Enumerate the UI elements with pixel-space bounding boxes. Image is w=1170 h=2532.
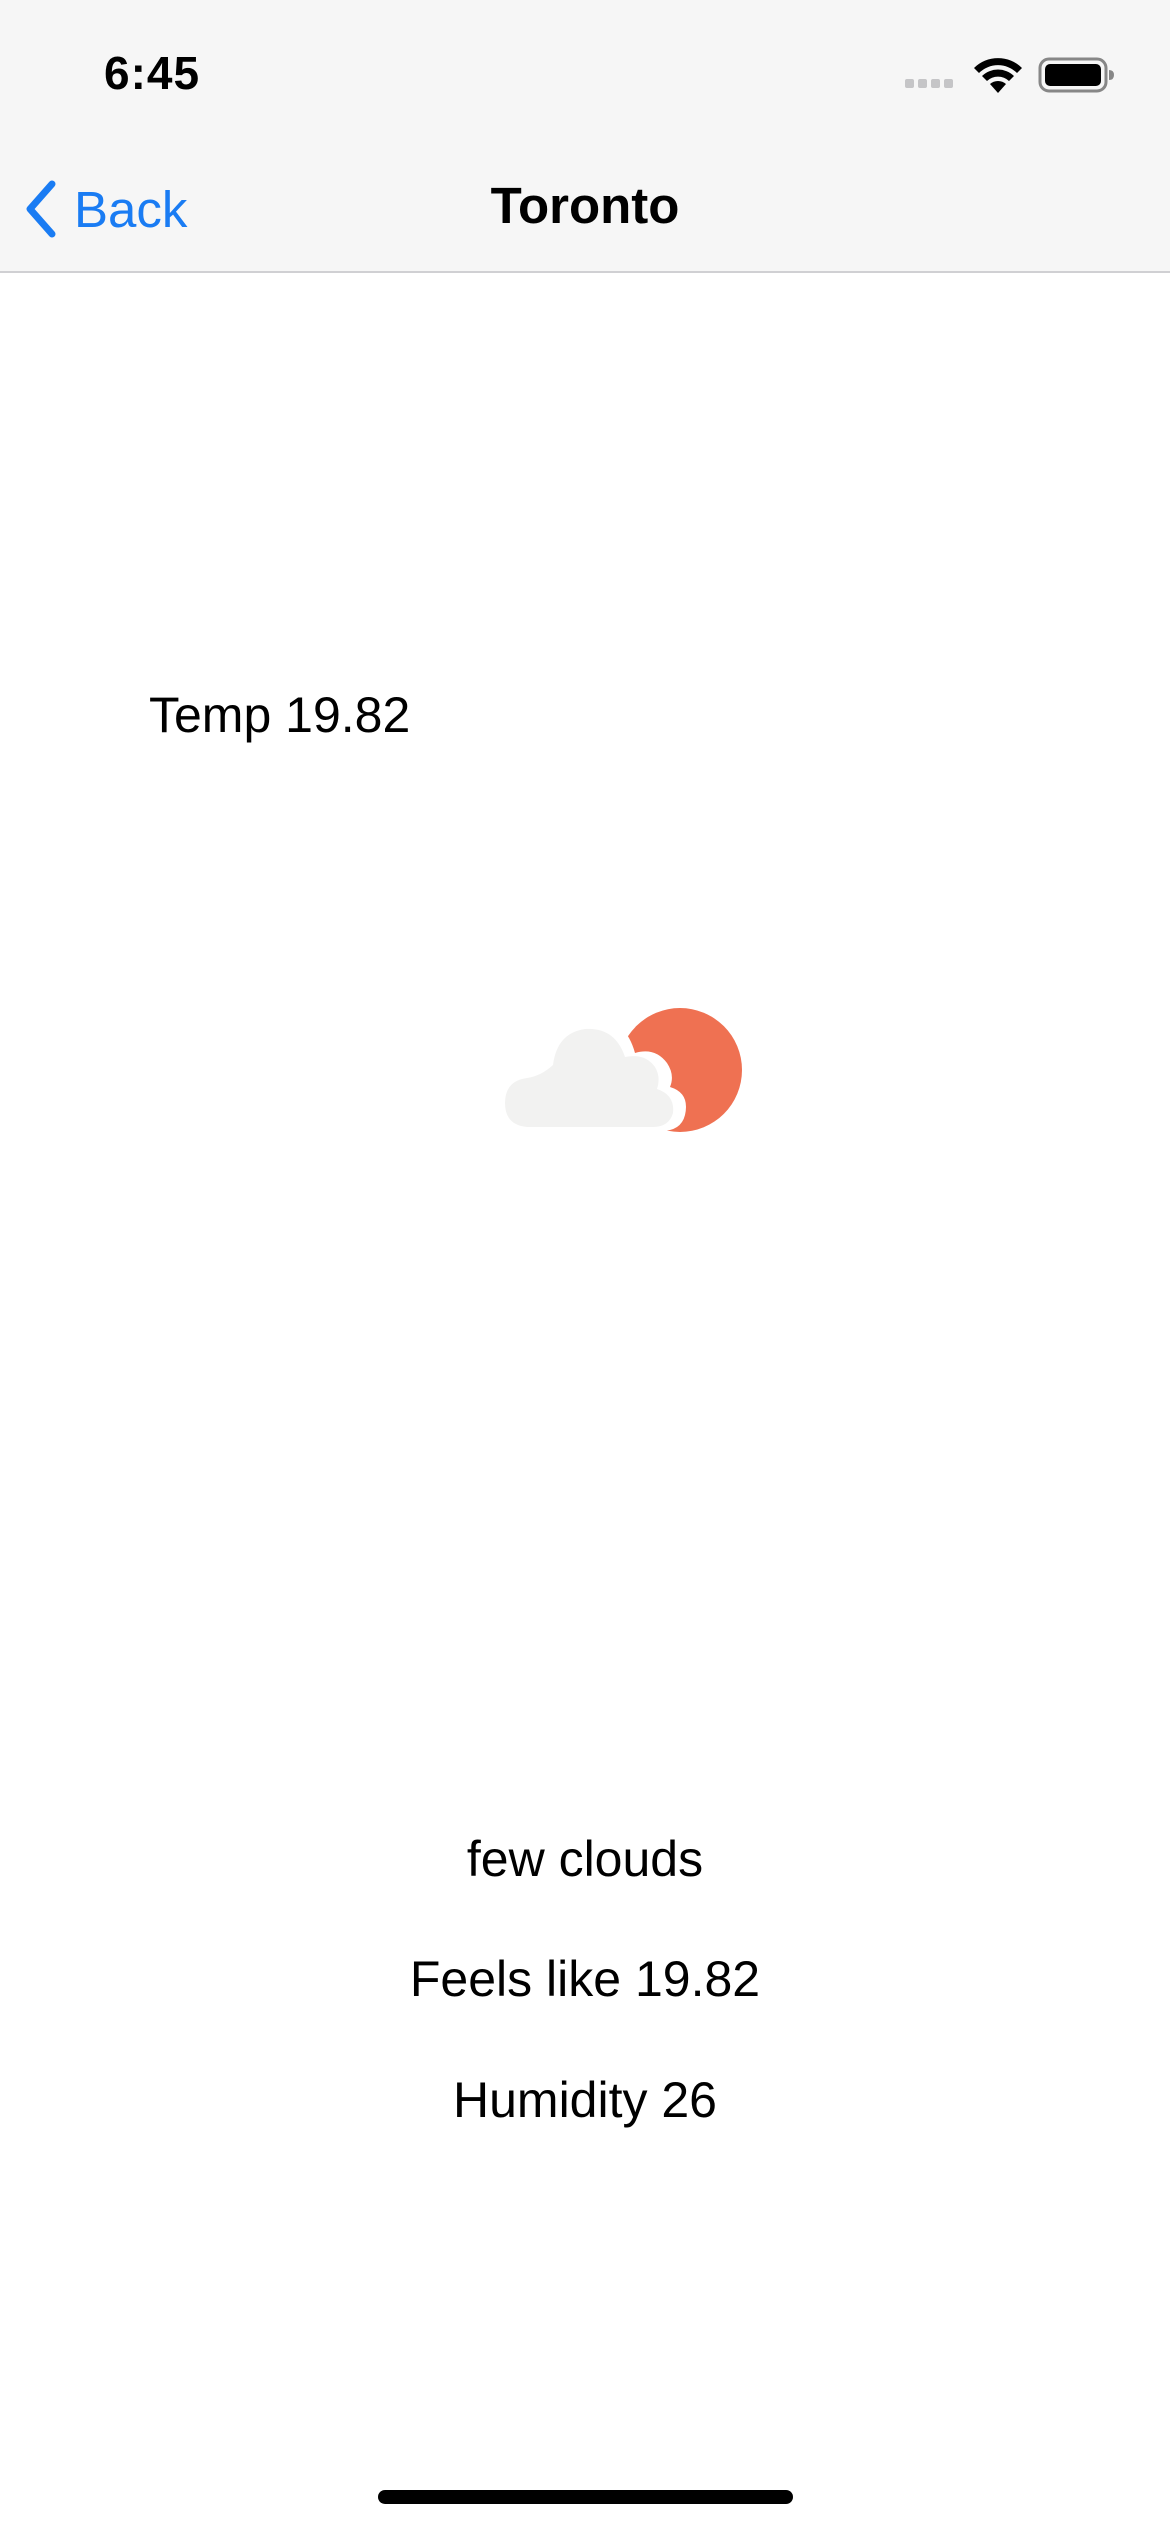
top-bars: 6:45 Back Toronto (0, 0, 1170, 273)
wifi-icon (974, 58, 1022, 93)
temperature-label: Temp 19.82 (149, 687, 411, 743)
back-button[interactable]: Back (22, 174, 187, 244)
cellular-signal-icon (905, 79, 953, 88)
back-label: Back (74, 180, 188, 238)
status-bar: 6:45 (0, 0, 1170, 150)
status-time: 6:45 (104, 47, 201, 99)
navigation-bar: Back Toronto (0, 150, 1170, 272)
feels-like-label: Feels like 19.82 (409, 1951, 761, 2007)
weather-description: few clouds (466, 1831, 704, 1887)
home-indicator[interactable] (378, 2490, 793, 2504)
weather-detail-screen: 6:45 Back Toronto Temp 19.82 few clouds … (0, 0, 1170, 2532)
chevron-left-icon (26, 180, 56, 238)
few-clouds-icon (497, 1008, 742, 1132)
battery-icon (1038, 57, 1114, 93)
humidity-label: Humidity 26 (453, 2072, 717, 2128)
